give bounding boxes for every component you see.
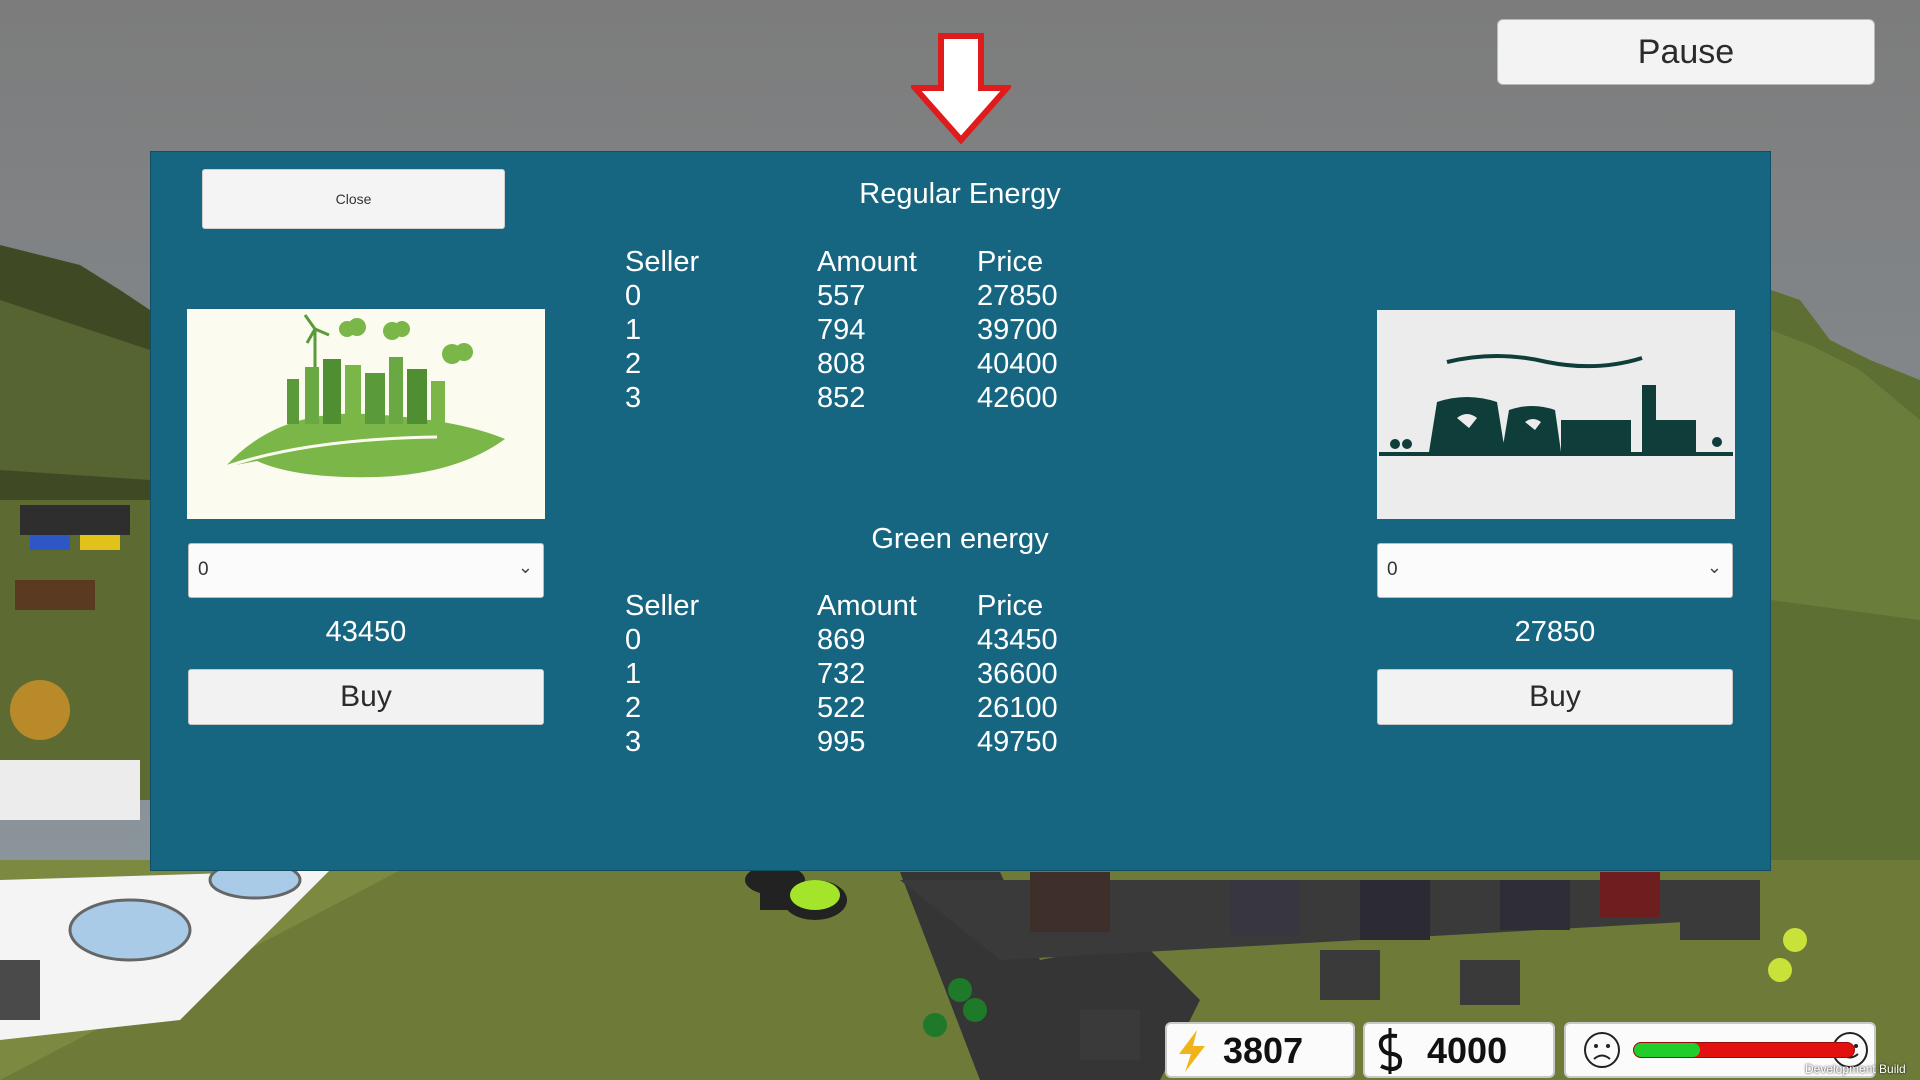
left-seller-dropdown[interactable]: 0 ⌄ bbox=[188, 543, 544, 598]
down-arrow-icon bbox=[911, 33, 1011, 144]
green-city-leaf-icon bbox=[187, 309, 545, 519]
header-amount: Amount bbox=[817, 246, 917, 278]
price-cell: 42600 bbox=[977, 382, 1058, 414]
close-button[interactable]: Close bbox=[202, 169, 505, 229]
dropdown-value: 0 bbox=[1387, 559, 1398, 580]
left-buy-button[interactable]: Buy bbox=[188, 669, 544, 725]
seller-cell: 3 bbox=[625, 382, 642, 414]
price-cell: 36600 bbox=[977, 658, 1058, 690]
seller-cell: 1 bbox=[625, 658, 642, 690]
chevron-down-icon: ⌄ bbox=[517, 557, 533, 577]
currency-icon bbox=[1378, 1028, 1403, 1074]
chevron-down-icon: ⌄ bbox=[1706, 557, 1722, 577]
dev-build-label: Development Build bbox=[1805, 1062, 1906, 1076]
amount-cell: 522 bbox=[817, 692, 866, 724]
seller-cell: 2 bbox=[625, 348, 642, 380]
seller-cell: 0 bbox=[625, 280, 642, 312]
amount-cell: 869 bbox=[817, 624, 866, 656]
happiness-bar bbox=[1633, 1042, 1855, 1058]
green-energy-title: Green energy bbox=[871, 523, 1049, 555]
energy-value: 3807 bbox=[1223, 1030, 1304, 1071]
right-seller-dropdown[interactable]: 0 ⌄ bbox=[1377, 543, 1733, 598]
price-cell: 26100 bbox=[977, 692, 1058, 724]
amount-cell: 794 bbox=[817, 314, 866, 346]
price-cell: 39700 bbox=[977, 314, 1058, 346]
amount-cell: 557 bbox=[817, 280, 866, 312]
money-value: 4000 bbox=[1427, 1030, 1508, 1071]
lightning-icon bbox=[1179, 1030, 1205, 1072]
energy-counter: 3807 bbox=[1165, 1022, 1355, 1078]
price-cell: 27850 bbox=[977, 280, 1058, 312]
amount-cell: 995 bbox=[817, 726, 866, 758]
price-cell: 49750 bbox=[977, 726, 1058, 758]
money-counter: 4000 bbox=[1363, 1022, 1555, 1078]
seller-cell: 1 bbox=[625, 314, 642, 346]
seller-cell: 3 bbox=[625, 726, 642, 758]
header-seller: Seller bbox=[625, 590, 700, 622]
header-amount: Amount bbox=[817, 590, 917, 622]
header-price: Price bbox=[977, 246, 1044, 278]
seller-cell: 0 bbox=[625, 624, 642, 656]
amount-cell: 852 bbox=[817, 382, 866, 414]
header-seller: Seller bbox=[625, 246, 700, 278]
happiness-bar-fill bbox=[1634, 1043, 1700, 1057]
header-price: Price bbox=[977, 590, 1044, 622]
amount-cell: 808 bbox=[817, 348, 866, 380]
seller-cell: 2 bbox=[625, 692, 642, 724]
right-price-label: 27850 bbox=[1514, 616, 1596, 648]
left-price-label: 43450 bbox=[325, 616, 407, 648]
power-plant-icon bbox=[1377, 310, 1735, 519]
dropdown-value: 0 bbox=[198, 559, 209, 580]
sad-face-icon bbox=[1584, 1032, 1620, 1068]
price-cell: 43450 bbox=[977, 624, 1058, 656]
amount-cell: 732 bbox=[817, 658, 866, 690]
price-cell: 40400 bbox=[977, 348, 1058, 380]
pause-button[interactable]: Pause bbox=[1497, 19, 1875, 85]
right-buy-button[interactable]: Buy bbox=[1377, 669, 1733, 725]
regular-energy-title: Regular Energy bbox=[859, 178, 1061, 210]
